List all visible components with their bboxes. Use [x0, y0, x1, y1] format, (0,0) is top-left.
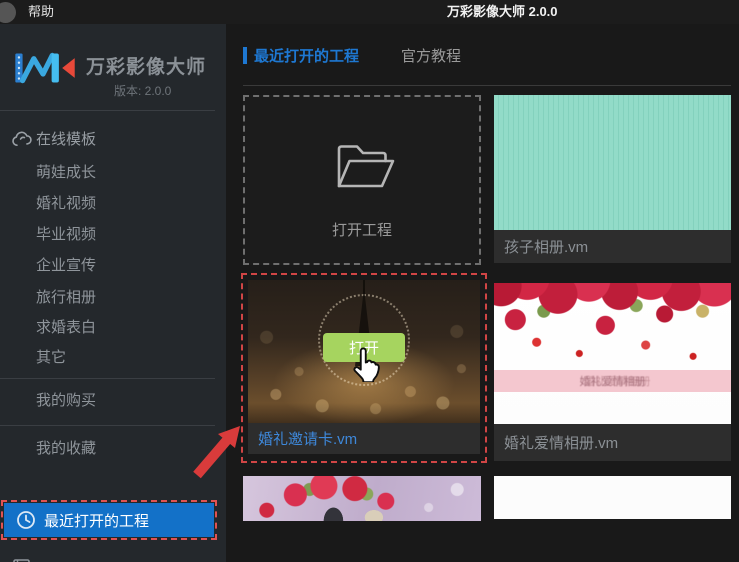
- sidebar-item-category-2[interactable]: 毕业视频: [36, 224, 196, 246]
- active-tab-indicator: [243, 46, 247, 64]
- sidebar-item-label: 在线模板: [36, 131, 97, 148]
- sidebar-app-name: 万彩影像大师: [86, 57, 207, 78]
- tab-divider: [243, 85, 731, 86]
- project-card-partial-left[interactable]: [243, 476, 481, 521]
- app-taskbar-icon: [0, 2, 16, 23]
- hand-cursor-icon: [353, 347, 380, 382]
- tab-bar: 最近打开的工程 官方教程: [243, 45, 461, 65]
- sidebar-item-category-3[interactable]: 企业宣传: [36, 255, 196, 277]
- tab-recent-projects[interactable]: 最近打开的工程: [254, 45, 359, 66]
- sidebar-divider: [0, 110, 215, 111]
- sidebar-item-category-0[interactable]: 萌娃成长: [36, 162, 196, 184]
- tab-official-tutorials[interactable]: 官方教程: [401, 45, 461, 66]
- sidebar: 万彩影像大师 版本: 2.0.0 在线模板 萌娃成长 婚礼视频 毕业视频 企业宣…: [0, 24, 226, 562]
- main-content: 最近打开的工程 官方教程 打开工程 孩子相册.vm 打开: [226, 24, 739, 562]
- sidebar-item-category-1[interactable]: 婚礼视频: [36, 193, 196, 215]
- sidebar-item-category-6[interactable]: 其它: [36, 347, 196, 369]
- project-caption: 婚礼邀请卡.vm: [248, 423, 480, 454]
- folder-icon: [337, 145, 395, 188]
- sidebar-divider: [0, 425, 215, 426]
- thumbnail-banner-text: 婚礼爱情相册: [579, 376, 646, 388]
- sidebar-item-recent-projects[interactable]: 最近打开的工程: [4, 503, 214, 537]
- project-card-wedding-invite-selected[interactable]: 打开 婚礼邀请卡.vm: [241, 273, 487, 463]
- logo-block: 万彩影像大师 版本: 2.0.0: [12, 38, 212, 118]
- project-card-partial-right[interactable]: [494, 476, 731, 519]
- app-logo-icon: [15, 52, 75, 84]
- help-menu[interactable]: 帮助: [28, 0, 54, 24]
- project-caption: 孩子相册.vm: [494, 230, 731, 263]
- thumbnail-banner: 婚礼爱情相册: [494, 370, 731, 392]
- sidebar-item-label: 最近打开的工程: [44, 513, 150, 530]
- title-bar: 帮助 万彩影像大师 2.0.0: [0, 0, 739, 24]
- open-project-card[interactable]: 打开工程: [243, 95, 481, 265]
- sidebar-app-version: 版本: 2.0.0: [114, 84, 172, 98]
- cloud-icon: [12, 131, 32, 147]
- project-thumbnail: 打开: [248, 280, 480, 423]
- sidebar-item-category-4[interactable]: 旅行相册: [36, 287, 196, 309]
- app-window: 帮助 万彩影像大师 2.0.0 万彩影像大师 版本: 2.0.0 在线模板 萌娃…: [0, 0, 739, 562]
- project-caption: 婚礼爱情相册.vm: [494, 424, 731, 461]
- open-project-label: 打开工程: [331, 222, 392, 239]
- project-thumbnail: 婚礼爱情相册: [494, 283, 731, 424]
- project-thumbnail: [494, 95, 731, 230]
- clock-icon: [17, 511, 35, 529]
- recent-projects-highlight-box: 最近打开的工程: [1, 500, 217, 540]
- template-icon: [13, 559, 30, 562]
- sidebar-item-my-purchases[interactable]: 我的购买: [36, 390, 196, 412]
- sidebar-item-my-favorites[interactable]: 我的收藏: [36, 438, 196, 460]
- sidebar-divider: [0, 378, 215, 379]
- sidebar-item-used-templates[interactable]: 使用过的模板: [0, 556, 226, 562]
- sidebar-item-category-5[interactable]: 求婚表白: [36, 317, 196, 339]
- window-title: 万彩影像大师 2.0.0: [447, 4, 558, 19]
- sidebar-item-online-templates[interactable]: 在线模板: [0, 128, 226, 154]
- project-card-child-album[interactable]: 孩子相册.vm: [494, 95, 731, 263]
- project-card-wedding-love[interactable]: 婚礼爱情相册 婚礼爱情相册.vm: [494, 283, 731, 461]
